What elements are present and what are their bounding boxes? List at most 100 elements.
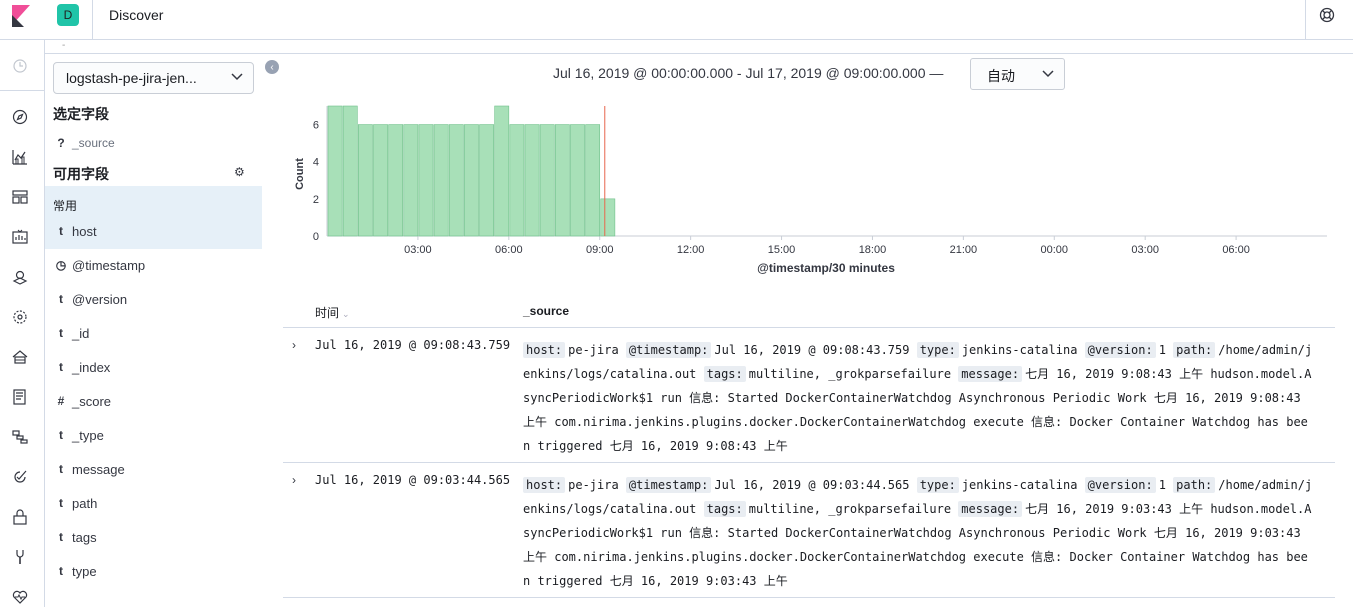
field-name: _index: [72, 360, 111, 375]
field-item-version[interactable]: t @version: [45, 283, 262, 317]
dev-tools-icon[interactable]: [11, 548, 29, 566]
x-tick-label: 03:00: [1131, 244, 1159, 256]
field-name: _score: [72, 394, 112, 409]
field-item-timestamp[interactable]: ◷ @timestamp: [45, 249, 262, 283]
chevron-down-icon: [1042, 70, 1054, 78]
index-pattern-select[interactable]: logstash-pe-jira-jen...: [53, 62, 254, 94]
x-tick-label: 06:00: [1222, 244, 1250, 256]
x-tick-label: 06:00: [495, 244, 523, 256]
source-field-key: @timestamp:: [625, 342, 712, 358]
doc-table-header: 时间 ⌄ _source: [283, 295, 1335, 328]
dashboard-icon[interactable]: [11, 188, 29, 206]
field-item-path[interactable]: t path: [45, 487, 262, 521]
field-item-id[interactable]: t _id: [45, 317, 262, 351]
column-header-time[interactable]: 时间 ⌄: [315, 304, 350, 321]
x-tick-label: 21:00: [950, 244, 978, 256]
field-name: path: [72, 496, 98, 511]
table-row[interactable]: › Jul 16, 2019 @ 09:03:44.565 host: pe-ji…: [283, 463, 1335, 598]
field-name: _type: [72, 428, 104, 443]
monitoring-icon[interactable]: [11, 588, 29, 606]
field-name: message: [72, 462, 125, 477]
field-type-icon: t: [59, 428, 63, 442]
histogram-bar: [433, 124, 449, 237]
canvas-icon[interactable]: [11, 228, 29, 246]
expand-chevron-icon[interactable]: ›: [292, 338, 296, 352]
selected-field-source[interactable]: ? _source: [45, 133, 262, 153]
visualize-icon[interactable]: [11, 148, 29, 166]
histogram-bar: [539, 124, 555, 237]
source-field-key: message:: [958, 366, 1023, 382]
collapse-sidebar-button[interactable]: ‹: [265, 60, 279, 74]
field-sidebar: logstash-pe-jira-jen... 选定字段 ? _source 可…: [45, 54, 263, 607]
security-icon[interactable]: [11, 508, 29, 526]
source-field-key: host:: [523, 342, 566, 358]
table-row[interactable]: › Jul 16, 2019 @ 09:08:43.759 host: pe-ji…: [283, 328, 1335, 463]
clock-icon: ◷: [55, 258, 67, 272]
source-field-value: multiline, _grokparsefailure: [748, 502, 959, 516]
source-field-key: @timestamp:: [625, 477, 712, 493]
field-type-icon: t: [59, 564, 63, 578]
time-range-label: Jul 16, 2019 @ 00:00:00.000 - Jul 17, 20…: [553, 65, 944, 81]
logs-icon[interactable]: [11, 388, 29, 406]
histogram-bar: [494, 105, 510, 237]
chevron-down-icon: [231, 73, 243, 81]
page-title: Discover: [109, 7, 164, 23]
x-tick-label: 03:00: [404, 244, 432, 256]
histogram-chart[interactable]: 0 2 4 6 03:00 06:00 09:00 12:00 15:00 18:00 21:00 0…: [285, 100, 1345, 285]
ml-icon[interactable]: [11, 308, 29, 326]
expand-chevron-icon[interactable]: ›: [292, 473, 296, 487]
histogram-bar: [509, 124, 525, 237]
field-item-type-meta[interactable]: t _type: [45, 419, 262, 453]
chevron-left-icon: ‹: [270, 61, 274, 73]
source-field-key: @version:: [1084, 342, 1156, 358]
histogram-bar: [418, 124, 434, 237]
field-item-index[interactable]: t _index: [45, 351, 262, 385]
source-field-value: jenkins-catalina: [961, 478, 1085, 492]
gear-icon[interactable]: ⚙: [234, 165, 245, 179]
sort-icon[interactable]: ⌄: [342, 309, 350, 319]
side-nav: [0, 40, 45, 607]
query-bar-collapsed: -: [45, 40, 1353, 54]
source-field-value: jenkins-catalina: [961, 343, 1085, 357]
field-type-icon: t: [59, 224, 63, 238]
kibana-logo-icon[interactable]: [10, 5, 32, 27]
field-item-type[interactable]: t type: [45, 555, 262, 589]
field-item-host[interactable]: t host: [45, 215, 262, 249]
histogram-bar: [570, 124, 585, 237]
field-type-icon: #: [57, 394, 65, 408]
field-type-icon: t: [59, 462, 63, 476]
maps-icon[interactable]: [11, 268, 29, 286]
field-type-icon: t: [59, 326, 63, 340]
apm-icon[interactable]: [11, 428, 29, 446]
field-name: host: [72, 224, 97, 239]
clock-icon[interactable]: [11, 57, 29, 75]
help-icon[interactable]: [1319, 7, 1335, 23]
field-name: @timestamp: [72, 258, 146, 273]
histogram-bar: [403, 124, 419, 237]
source-field-value: Jul 16, 2019 @ 09:08:43.759: [714, 343, 917, 357]
source-field-value: Jul 16, 2019 @ 09:03:44.565: [714, 478, 917, 492]
x-tick-label: 00:00: [1041, 244, 1069, 256]
field-item-message[interactable]: t message: [45, 453, 262, 487]
y-tick-label: 4: [313, 157, 319, 169]
uptime-icon[interactable]: [11, 468, 29, 486]
infrastructure-icon[interactable]: [11, 348, 29, 366]
source-field-key: @version:: [1084, 477, 1156, 493]
query-bar-dash-icon: -: [62, 40, 66, 51]
y-axis-label: Count: [294, 158, 306, 190]
source-field-value: 1: [1158, 478, 1174, 492]
discover-icon[interactable]: [11, 108, 29, 126]
row-source: host: pe-jira @timestamp: Jul 16, 2019 @ 0…: [523, 473, 1313, 593]
histogram-bar: [388, 124, 404, 237]
interval-select[interactable]: 自动: [970, 58, 1065, 90]
source-field-key: path:: [1173, 342, 1216, 358]
column-header-source: _source: [523, 304, 570, 318]
histogram-bar: [373, 124, 388, 237]
histogram-bar: [342, 105, 358, 237]
field-item-tags[interactable]: t tags: [45, 521, 262, 555]
space-avatar[interactable]: D: [57, 4, 79, 26]
y-tick-label: 0: [313, 231, 319, 243]
field-item-score[interactable]: # _score: [45, 385, 262, 419]
histogram-bar: [448, 124, 464, 237]
x-tick-label: 18:00: [859, 244, 887, 256]
